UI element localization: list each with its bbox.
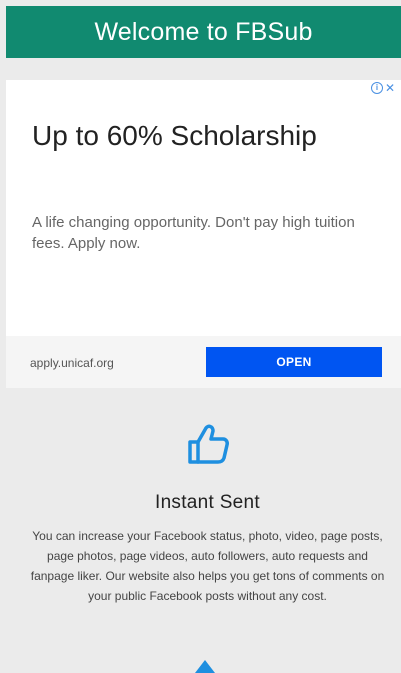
info-icon[interactable]: i <box>370 82 383 94</box>
ad-headline[interactable]: Up to 60% Scholarship <box>32 120 317 152</box>
feature-section: Instant Sent You can increase your Faceb… <box>30 422 385 606</box>
triangle-icon <box>195 660 215 673</box>
ad-description: A life changing opportunity. Don't pay h… <box>32 214 355 252</box>
feature-title: Instant Sent <box>154 492 260 513</box>
app-header: Welcome to FBSub <box>6 6 401 58</box>
page-title: Welcome to FBSub <box>94 17 313 46</box>
ad-choices[interactable]: i ✕ <box>370 82 395 94</box>
ad-url[interactable]: apply.unicaf.org <box>30 356 114 370</box>
feature-description: You can increase your Facebook status, p… <box>30 529 385 603</box>
close-icon[interactable]: ✕ <box>385 82 395 94</box>
thumbs-up-icon <box>187 424 229 464</box>
ad-footer: apply.unicaf.org OPEN <box>6 336 401 388</box>
ad-banner[interactable]: i ✕ Up to 60% Scholarship A life changin… <box>6 80 401 388</box>
open-button[interactable]: OPEN <box>206 347 382 377</box>
